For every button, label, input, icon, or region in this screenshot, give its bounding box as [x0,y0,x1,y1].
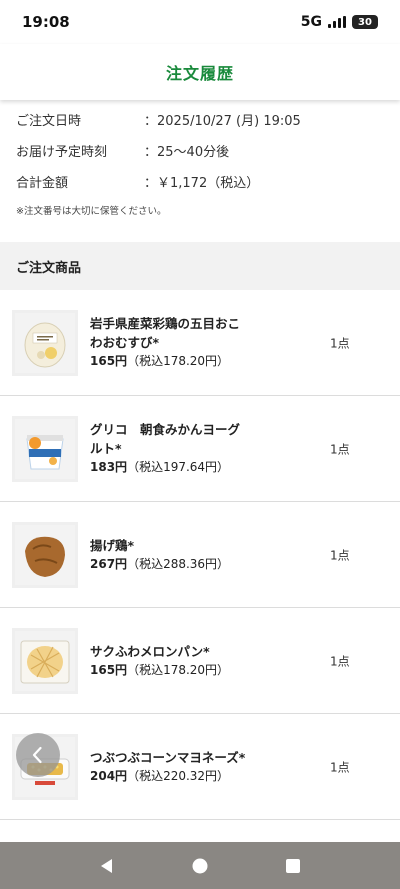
item-text: つぶつぶコーンマヨネーズ* 204円（税込220.32円） [90,748,250,786]
fried-chicken-icon [12,521,78,588]
total-amount-row: 合計金額 ：￥1,172（税込） [16,166,384,197]
yogurt-icon [12,415,78,482]
back-triangle-icon [100,858,112,873]
status-bar: 19:08 5G 30 [0,0,400,44]
item-quantity: 1点 [330,654,350,668]
melon-pan-icon [12,627,78,694]
order-date-label: ご注文日時 [16,114,82,129]
item-price: 183円（税込197.64円） [90,458,250,477]
item-text: サクふわメロンパン* 165円（税込178.20円） [90,642,250,680]
item-quantity: 1点 [330,336,350,350]
item-price-tax: （税込178.20円） [127,354,230,368]
item-price-tax: （税込288.36円） [127,556,230,571]
item-text: 岩手県産菜彩鶏の五目おこわおむすび* 165円（税込178.20円） [90,314,250,371]
list-item[interactable]: 揚げ鶏* 267円（税込288.36円） 1点 [0,502,400,608]
item-name: つぶつぶコーンマヨネーズ* [90,749,246,765]
item-price-value: 165円 [90,662,128,677]
item-price: 165円（税込178.20円） [90,661,250,680]
items-section-title: ご注文商品 [16,260,82,276]
item-price-tax: （税込197.64円） [127,460,230,474]
item-name: 揚げ鶏* [90,537,135,553]
onigiri-icon [12,309,78,376]
item-price-value: 204円 [90,768,128,783]
home-circle-icon [192,858,208,873]
chevron-left-icon [32,746,42,764]
item-price: 204円（税込220.32円） [90,767,250,786]
order-note: ※注文番号は大切に保管ください。 [16,206,167,217]
item-text: グリコ 朝食みかんヨーグルト* 183円（税込197.64円） [90,420,250,477]
signal-icon [328,16,346,28]
item-list: 岩手県産菜彩鶏の五目おこわおむすび* 165円（税込178.20円） 1点 グリ… [0,290,400,820]
list-item[interactable]: グリコ 朝食みかんヨーグルト* 183円（税込197.64円） 1点 [0,396,400,502]
item-price: 165円（税込178.20円） [90,352,250,371]
recents-square-icon [286,858,301,873]
nav-back-button[interactable] [92,851,122,881]
delivery-time-label: お届け予定時刻 [16,145,108,160]
items-section-header: ご注文商品 [0,242,400,290]
order-date-row: ご注文日時 ：2025/10/27 (月) 19:05 [16,104,384,135]
status-time: 19:08 [22,13,70,31]
item-name: グリコ 朝食みかんヨーグルト* [90,422,241,456]
nav-home-button[interactable] [185,851,215,881]
back-button[interactable] [16,733,60,777]
delivery-time-value: ：25〜40分後 [144,145,230,160]
total-amount-label: 合計金額 [16,176,69,191]
page-title: 注文履歴 [165,64,234,83]
order-date-value: ：2025/10/27 (月) 19:05 [144,114,301,129]
list-item[interactable]: 岩手県産菜彩鶏の五目おこわおむすび* 165円（税込178.20円） 1点 [0,290,400,396]
network-type: 5G [300,14,322,30]
total-amount-value: ：￥1,172（税込） [144,176,260,191]
item-price-tax: （税込220.32円） [127,768,230,783]
item-price-value: 165円 [90,354,128,368]
item-name: 岩手県産菜彩鶏の五目おこわおむすび* [90,316,241,350]
list-item[interactable]: サクふわメロンパン* 165円（税込178.20円） 1点 [0,608,400,714]
item-text: 揚げ鶏* 267円（税込288.36円） [90,536,250,574]
item-name: サクふわメロンパン* [90,643,210,659]
item-quantity: 1点 [330,548,350,562]
app-header: 注文履歴 [0,44,400,100]
item-quantity: 1点 [330,442,350,456]
nav-recents-button[interactable] [278,851,308,881]
order-info: ご注文日時 ：2025/10/27 (月) 19:05 お届け予定時刻 ：25〜… [0,104,400,217]
item-price: 267円（税込288.36円） [90,555,250,574]
item-price-tax: （税込178.20円） [127,662,230,677]
list-item[interactable]: つぶつぶコーンマヨネーズ* 204円（税込220.32円） 1点 [0,714,400,820]
item-quantity: 1点 [330,760,350,774]
status-icons: 5G 30 [301,14,378,30]
item-price-value: 267円 [90,556,128,571]
battery-icon: 30 [352,15,378,29]
delivery-time-row: お届け予定時刻 ：25〜40分後 [16,135,384,166]
system-nav-bar [0,842,400,889]
item-price-value: 183円 [90,460,128,474]
